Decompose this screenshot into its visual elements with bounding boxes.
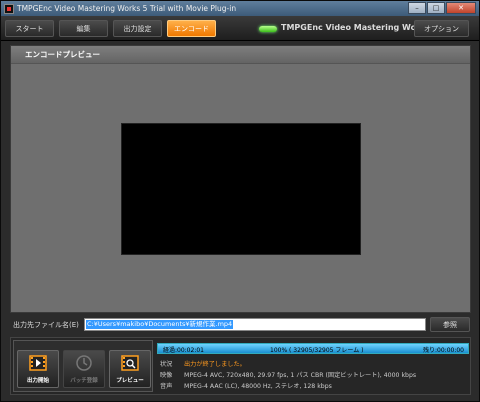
minimize-button[interactable]: – bbox=[408, 2, 426, 14]
clock-icon bbox=[74, 353, 94, 373]
window-controls: – □ ✕ bbox=[408, 2, 476, 14]
option-button[interactable]: オプション bbox=[414, 20, 469, 37]
video-line: 映像 MPEG-4 AVC, 720x480, 29.97 fps, 1 パス C… bbox=[160, 370, 416, 379]
state-value: 出力が終了しました。 bbox=[184, 361, 246, 368]
audio-value: MPEG-4 AAC (LC), 48000 Hz, ステレオ, 128 kbp… bbox=[184, 383, 332, 390]
video-value: MPEG-4 AVC, 720x480, 29.97 fps, 1 パス CBR… bbox=[184, 372, 417, 379]
output-file-input[interactable]: C:¥Users¥makibo¥Documents¥新規作業.mp4 bbox=[84, 318, 426, 331]
output-file-value: C:¥Users¥makibo¥Documents¥新規作業.mp4 bbox=[86, 320, 234, 329]
elapsed-time: 経過:00:02:01 bbox=[163, 347, 204, 354]
encode-preview-panel: エンコードプレビュー bbox=[10, 45, 471, 313]
encode-progress-bar: 経過:00:02:01 100% ( 32905/32905 フレーム ) 残り… bbox=[157, 343, 469, 354]
audio-line: 音声 MPEG-4 AAC (LC), 48000 Hz, ステレオ, 128 k… bbox=[160, 381, 332, 390]
film-preview-icon bbox=[120, 353, 140, 373]
tab-encode[interactable]: エンコード bbox=[167, 20, 216, 37]
output-file-label: 出力先ファイル名(E) bbox=[13, 321, 79, 329]
tab-edit[interactable]: 編集 bbox=[59, 20, 108, 37]
state-line: 状況 出力が終了しました。 bbox=[160, 359, 246, 368]
state-key: 状況 bbox=[160, 361, 173, 368]
main-nav: スタート 編集 出力設定 エンコード TMPGEnc Video Masteri… bbox=[1, 16, 479, 41]
batch-register-label: バッチ登録 bbox=[70, 378, 98, 384]
tab-start[interactable]: スタート bbox=[5, 20, 54, 37]
app-icon bbox=[4, 3, 14, 14]
film-output-icon bbox=[28, 353, 48, 373]
batch-register-button[interactable]: バッチ登録 bbox=[63, 350, 105, 388]
browse-button[interactable]: 参照 bbox=[430, 317, 470, 332]
video-key: 映像 bbox=[160, 372, 173, 379]
title-bar: TMPGEnc Video Mastering Works 5 Trial wi… bbox=[1, 1, 479, 16]
preview-label: プレビュー bbox=[116, 378, 144, 384]
start-output-button[interactable]: 出力開始 bbox=[17, 350, 59, 388]
remaining-time: 残り:00:00:00 bbox=[423, 347, 464, 354]
start-output-label: 出力開始 bbox=[26, 378, 49, 384]
preview-button[interactable]: プレビュー bbox=[109, 350, 151, 388]
encode-control-area: 出力開始 バッチ登録 プレビュー 経過:00:02:01 100% (3290… bbox=[10, 337, 471, 395]
close-button[interactable]: ✕ bbox=[446, 2, 476, 14]
output-file-row: 出力先ファイル名(E) C:¥Users¥makibo¥Documents¥新規… bbox=[1, 317, 479, 333]
app-window: TMPGEnc Video Mastering Works 5 Trial wi… bbox=[0, 0, 480, 402]
window-title: TMPGEnc Video Mastering Works 5 Trial wi… bbox=[17, 4, 237, 13]
encode-status: 経過:00:02:01 100% ( 32905/32905 フレーム ) 残り… bbox=[157, 340, 469, 392]
progress-percent: 100% ( 32905/32905 フレーム ) bbox=[270, 347, 364, 354]
panel-title: エンコードプレビュー bbox=[11, 46, 470, 64]
status-indicator-icon bbox=[259, 26, 277, 32]
tab-output-settings[interactable]: 出力設定 bbox=[113, 20, 162, 37]
action-buttons: 出力開始 バッチ登録 プレビュー bbox=[13, 340, 153, 392]
maximize-button[interactable]: □ bbox=[427, 2, 445, 14]
video-preview bbox=[121, 123, 361, 255]
audio-key: 音声 bbox=[160, 383, 173, 390]
